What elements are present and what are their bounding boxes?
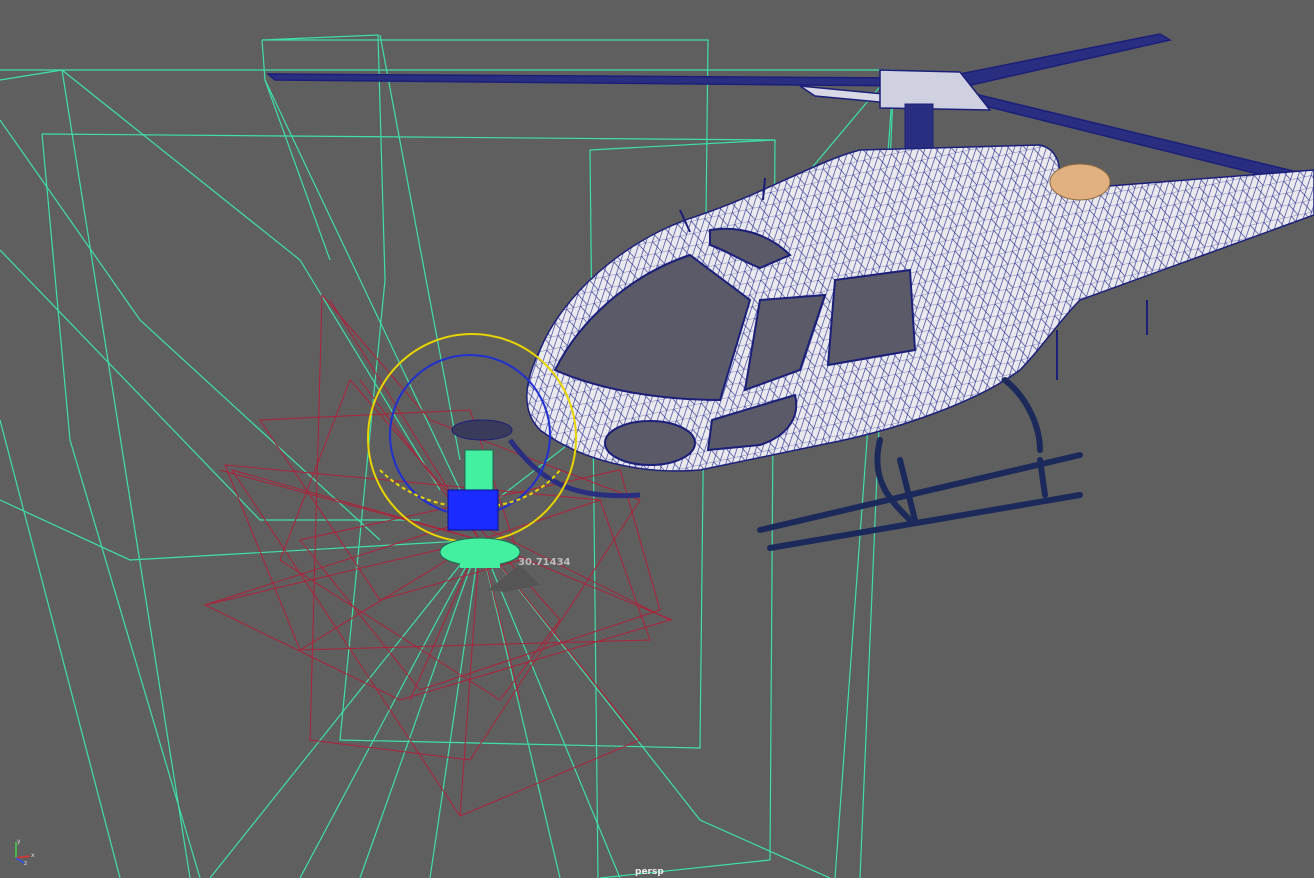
- camera-name-label: persp: [635, 867, 664, 877]
- maya-perspective-viewport[interactable]: 30.71434 persp y x z: [0, 0, 1314, 878]
- axis-gizmo-icon: y x z: [15, 838, 35, 866]
- svg-text:z: z: [24, 860, 27, 866]
- scene-canvas[interactable]: [0, 0, 1314, 878]
- helicopter-mesh[interactable]: [265, 33, 1314, 551]
- svg-text:x: x: [31, 852, 35, 859]
- distance-readout: 30.71434: [518, 557, 571, 568]
- main-rotor-blades: [265, 33, 1314, 189]
- svg-text:y: y: [17, 838, 21, 845]
- engine-exhaust: [1049, 163, 1111, 201]
